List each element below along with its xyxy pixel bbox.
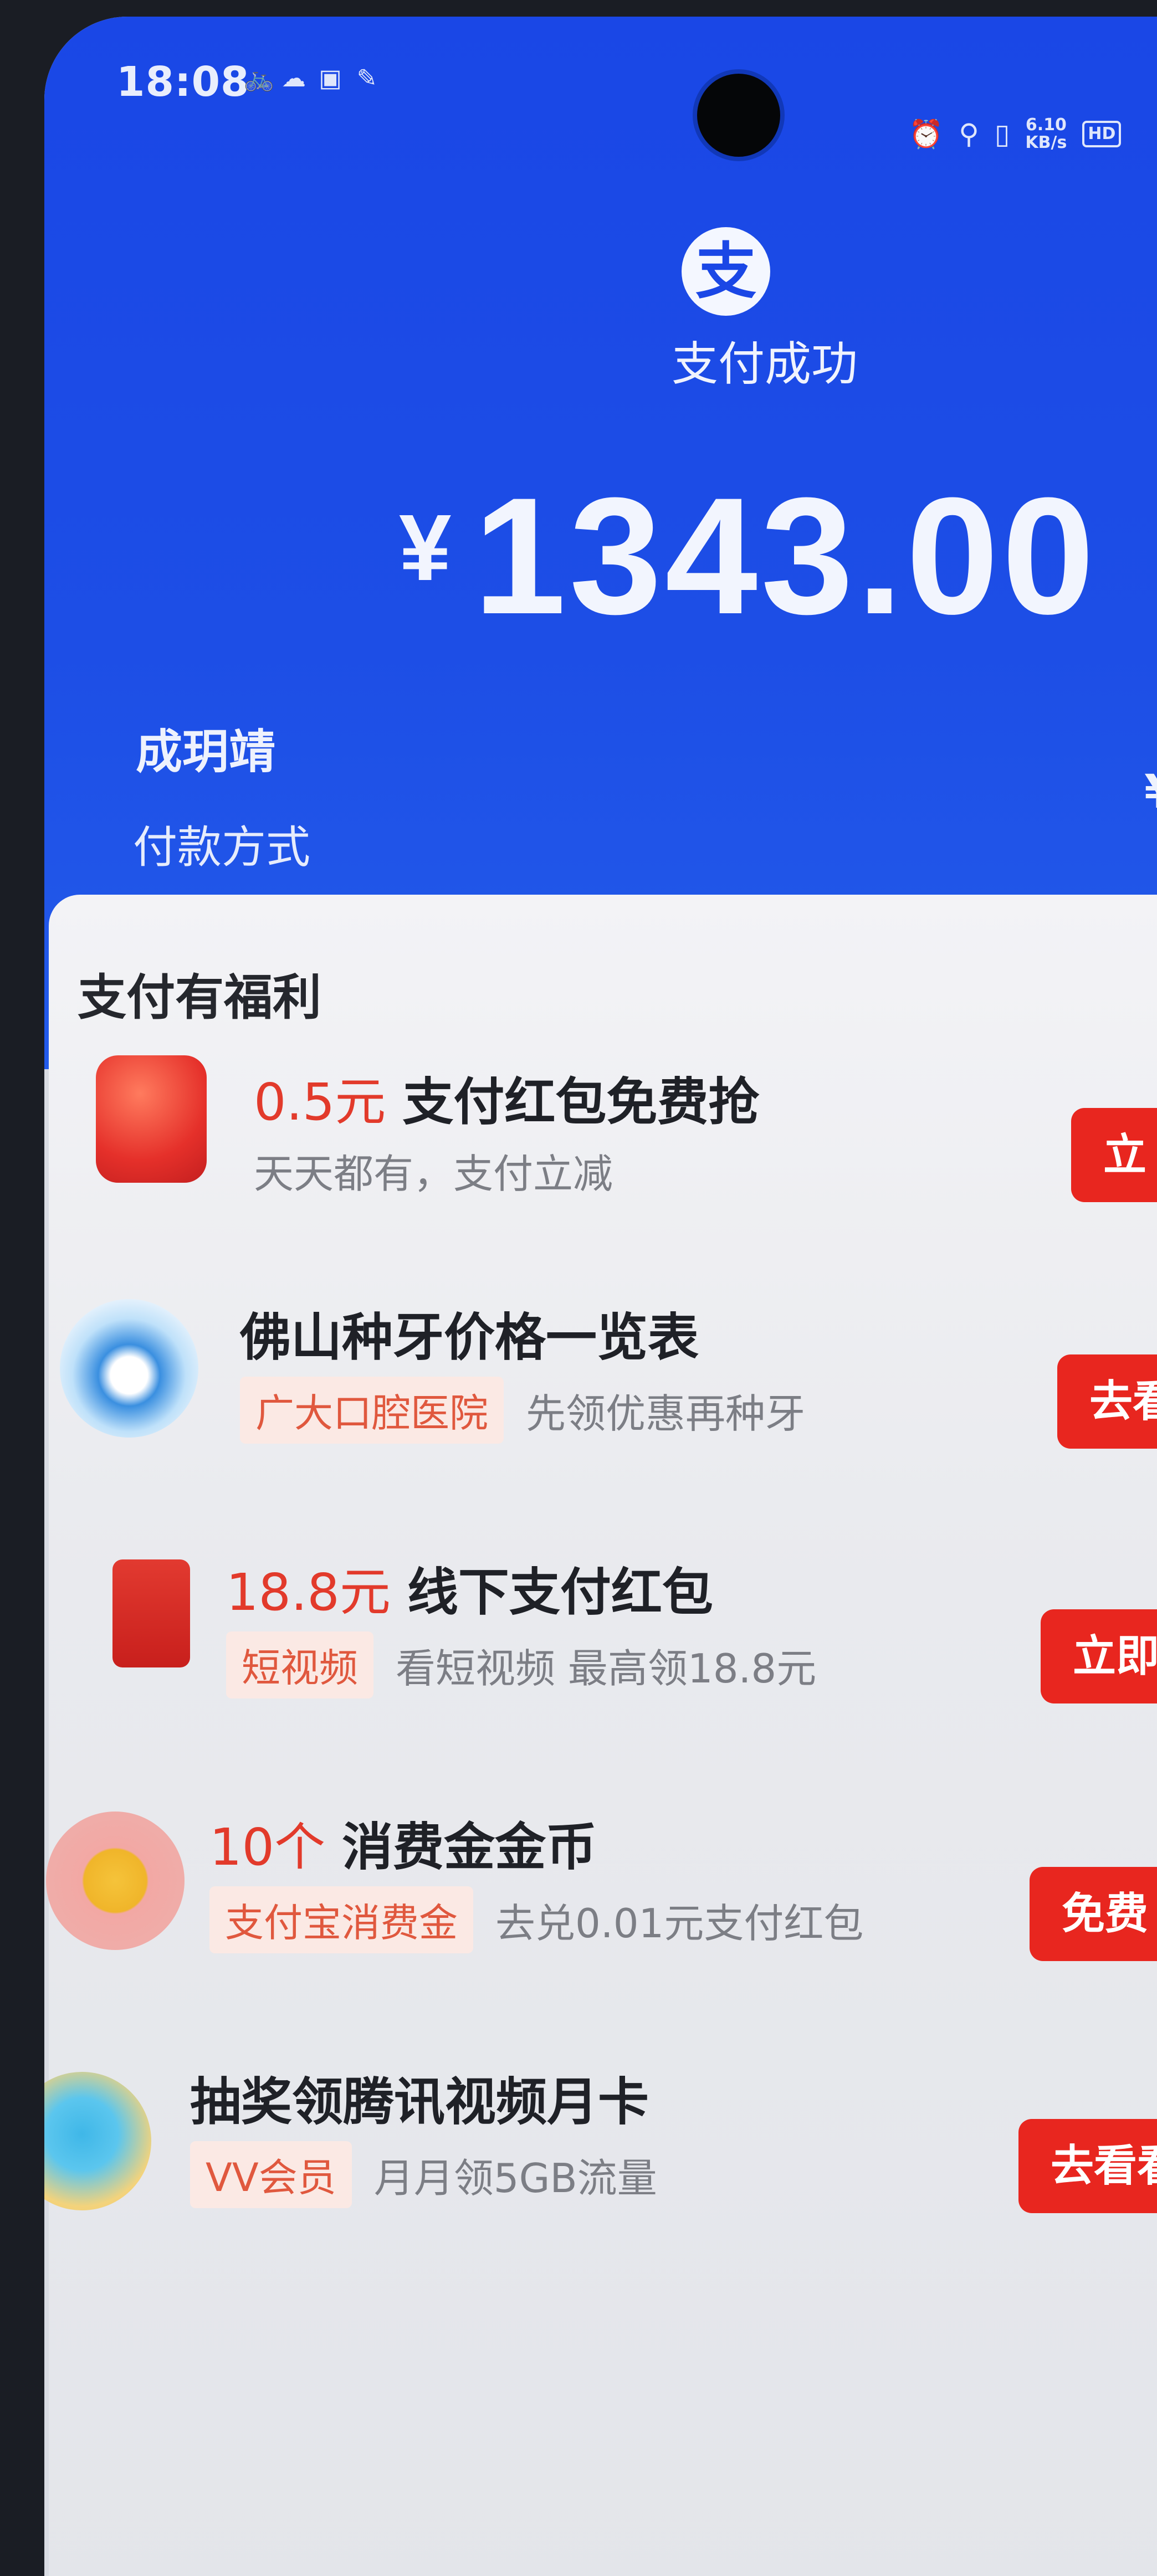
- alarm-icon: ⏰: [909, 118, 944, 150]
- item-highlight: 10个: [209, 1818, 326, 1877]
- status-time: 18:08: [116, 58, 250, 106]
- free-claim-button[interactable]: 免费: [1030, 1867, 1157, 1961]
- red-packet-icon: [96, 1055, 207, 1183]
- item-tag: VV会员: [190, 2141, 352, 2208]
- item-subtitle: 短视频 看短视频 最高领18.8元: [226, 1631, 816, 1698]
- item-tag: 短视频: [226, 1631, 373, 1698]
- item-title: 抽奖领腾讯视频月卡: [190, 2061, 649, 2134]
- item-title: 0.5元 支付红包免费抢: [254, 1061, 759, 1135]
- claim-button[interactable]: 立: [1071, 1108, 1157, 1202]
- item-title-text: 抽奖领腾讯视频月卡: [190, 2072, 649, 2132]
- item-highlight: 18.8元: [226, 1563, 391, 1622]
- chat-icon: ☁: [281, 64, 306, 93]
- item-highlight: 0.5元: [254, 1073, 386, 1132]
- vibrate-icon: ▯: [994, 118, 1010, 150]
- claim-now-button[interactable]: 立即: [1041, 1609, 1157, 1703]
- front-camera: [693, 69, 785, 161]
- status-left-icons: 🚲 ☁ ▣ ✎: [244, 65, 380, 92]
- item-title: 佛山种牙价格一览表: [240, 1296, 699, 1370]
- item-title-text: 消费金金币: [342, 1818, 597, 1877]
- red-envelope-icon: [112, 1559, 190, 1667]
- payment-amount: ¥1343.00: [399, 460, 1098, 651]
- tooth-ad-icon: [60, 1299, 198, 1438]
- item-title-text: 线下支付红包: [407, 1563, 713, 1622]
- bike-icon: 🚲: [244, 64, 274, 93]
- network-speed-unit: KB/s: [1025, 133, 1067, 152]
- list-item[interactable]: 18.8元 线下支付红包 短视频 看短视频 最高领18.8元 立即: [49, 1551, 1157, 1762]
- payment-method-amount: ¥ 1: [1144, 764, 1157, 819]
- alipay-logo-icon: 支: [682, 227, 770, 316]
- item-title-text: 支付红包免费抢: [402, 1073, 760, 1132]
- network-speed-value: 6.10: [1025, 115, 1067, 135]
- item-subtitle-text: 去兑0.01元支付红包: [495, 1900, 864, 1947]
- location-icon: ⚲: [959, 118, 979, 150]
- hd-badge: HD: [1082, 121, 1122, 147]
- item-subtitle-text: 月月领5GB流量: [373, 2155, 657, 2202]
- item-subtitle: VV会员 月月领5GB流量: [190, 2141, 657, 2208]
- list-item[interactable]: 佛山种牙价格一览表 广大口腔医院 先领优惠再种牙 去看: [49, 1296, 1157, 1507]
- item-subtitle: 天天都有，支付立减: [254, 1141, 613, 1199]
- item-tag: 广大口腔医院: [240, 1377, 504, 1444]
- benefits-title: 支付有福利: [78, 969, 322, 1026]
- item-title: 18.8元 线下支付红包: [226, 1551, 713, 1625]
- go-see-button[interactable]: 去看看: [1018, 2119, 1157, 2213]
- payee-name: 成玥靖: [136, 725, 276, 779]
- item-title-text: 佛山种牙价格一览表: [240, 1308, 699, 1367]
- amount-value: 1343.00: [473, 463, 1098, 649]
- item-subtitle-text: 看短视频 最高领18.8元: [396, 1645, 817, 1692]
- phone-screen: 18:08 🚲 ☁ ▣ ✎ ⏰ ⚲ ▯ 6.10 KB/s HD 支 支付成功: [44, 17, 1157, 2576]
- item-tag: 支付宝消费金: [209, 1886, 473, 1953]
- list-item[interactable]: 抽奖领腾讯视频月卡 VV会员 月月领5GB流量 去看看: [44, 2061, 1157, 2271]
- payment-success-title: 支付成功: [671, 337, 858, 391]
- item-subtitle-text: 天天都有，支付立减: [254, 1151, 613, 1197]
- currency-symbol: ¥: [399, 495, 452, 601]
- list-item[interactable]: 0.5元 支付红包免费抢 天天都有，支付立减 立: [49, 1044, 1157, 1255]
- status-bar: 18:08 🚲 ☁ ▣ ✎ ⏰ ⚲ ▯ 6.10 KB/s HD: [44, 17, 1157, 161]
- leaf-icon: ✎: [356, 64, 377, 93]
- view-button[interactable]: 去看: [1057, 1354, 1157, 1449]
- network-speed: 6.10 KB/s: [1025, 116, 1067, 152]
- item-subtitle-text: 先领优惠再种牙: [526, 1390, 806, 1437]
- item-subtitle: 支付宝消费金 去兑0.01元支付红包: [209, 1886, 863, 1953]
- coin-icon: [46, 1812, 185, 1950]
- benefits-card: 支付有福利 0.5元 支付红包免费抢 天天都有，支付立减 立 佛山种牙价格一览表 …: [44, 895, 1157, 2576]
- app-icon: ▣: [319, 64, 342, 93]
- status-right-icons: ⏰ ⚲ ▯ 6.10 KB/s HD: [909, 116, 1122, 152]
- item-title: 10个 消费金金币: [209, 1806, 597, 1880]
- list-item[interactable]: 10个 消费金金币 支付宝消费金 去兑0.01元支付红包 免费: [46, 1806, 1157, 2019]
- item-subtitle: 广大口腔医院 先领优惠再种牙: [240, 1377, 805, 1444]
- video-card-icon: [44, 2072, 151, 2210]
- payment-method-label: 付款方式: [133, 822, 310, 873]
